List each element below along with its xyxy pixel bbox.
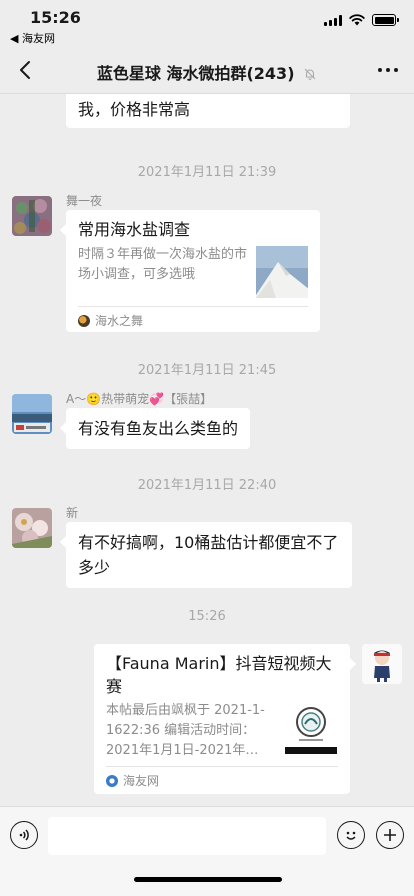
source-logo-icon xyxy=(78,314,90,327)
card-thumbnail xyxy=(285,702,337,754)
avatar[interactable] xyxy=(12,196,52,236)
voice-input-button[interactable] xyxy=(10,821,38,849)
source-logo-icon xyxy=(106,774,118,787)
card-thumbnail xyxy=(256,246,308,298)
message-list[interactable]: 给上全年丑险。急用，认识的联系我，价格非常高 2021年1月11日 21:39 … xyxy=(0,94,414,806)
plus-icon xyxy=(384,829,396,841)
message-bubble[interactable]: 有不好搞啊，10桶盐估计都便宜不了多少 xyxy=(60,522,352,588)
card-source-name: 海水之舞 xyxy=(95,314,144,328)
cellular-signal-icon xyxy=(324,14,342,26)
status-time: 15:26 xyxy=(30,8,81,27)
chat-title-text: 蓝色星球 海水微拍群(243) xyxy=(96,64,295,83)
message-bubble-partial[interactable]: 给上全年丑险。急用，认识的联系我，价格非常高 xyxy=(66,94,350,128)
chat-header: 蓝色星球 海水微拍群(243) xyxy=(0,46,414,94)
battery-icon xyxy=(372,14,399,26)
voice-icon xyxy=(19,829,29,841)
avatar[interactable] xyxy=(12,394,52,434)
message-input-bar xyxy=(0,806,414,896)
message-bubble[interactable]: 有没有鱼友出么类鱼的 xyxy=(59,408,251,449)
home-indicator[interactable] xyxy=(134,877,282,882)
status-bar: 15:26 ◀ 海友网 xyxy=(0,0,414,46)
card-title: 【Fauna Marin】抖音短视频大赛 xyxy=(106,654,332,696)
more-options-icon[interactable] xyxy=(378,68,398,72)
message-timestamp: 2021年1月11日 22:40 xyxy=(137,478,277,493)
card-description: 时隔３年再做一次海水盐的市场小调查，可多选哦 xyxy=(78,247,248,282)
emoji-icon xyxy=(346,831,356,840)
link-card-message[interactable]: 【Fauna Marin】抖音短视频大赛 本帖最后由飒枫于 2021-1-162… xyxy=(94,644,356,794)
chat-title: 蓝色星球 海水微拍群(243) xyxy=(0,60,414,84)
sender-name: A～🙂热带萌宠💞【張喆】 xyxy=(66,392,213,406)
card-source: 海友网 xyxy=(106,766,338,792)
card-description: 本帖最后由飒枫于 2021-1-1622:36 编辑活动时间：2021年1月1日… xyxy=(106,703,265,758)
avatar[interactable] xyxy=(12,508,52,548)
message-text: 有不好搞啊，10桶盐估计都便宜不了多少 xyxy=(78,533,339,577)
sender-name: 新 xyxy=(66,506,79,520)
link-card-message[interactable]: 常用海水盐调查 时隔３年再做一次海水盐的市场小调查，可多选哦 海水之舞 xyxy=(60,210,320,332)
emoji-button[interactable] xyxy=(337,821,365,849)
system-icons xyxy=(324,14,399,26)
my-avatar[interactable] xyxy=(362,644,402,684)
message-text: 有没有鱼友出么类鱼的 xyxy=(78,419,239,438)
card-title: 常用海水盐调查 xyxy=(78,220,191,239)
message-text: 给上全年丑险。急用，认识的联系我，价格非常高 xyxy=(78,100,191,119)
message-timestamp: 2021年1月11日 21:45 xyxy=(137,363,277,378)
card-source: 海水之舞 xyxy=(78,306,308,332)
more-functions-button[interactable] xyxy=(376,821,404,849)
message-timestamp: 15:26 xyxy=(188,609,226,624)
message-input[interactable] xyxy=(48,817,326,855)
sender-name: 舞一夜 xyxy=(66,194,103,208)
wifi-icon xyxy=(349,14,365,26)
back-to-app-link[interactable]: ◀ 海友网 xyxy=(10,30,55,46)
mute-bell-icon xyxy=(304,68,316,80)
message-timestamp: 2021年1月11日 21:39 xyxy=(137,165,277,180)
card-source-name: 海友网 xyxy=(123,774,160,788)
